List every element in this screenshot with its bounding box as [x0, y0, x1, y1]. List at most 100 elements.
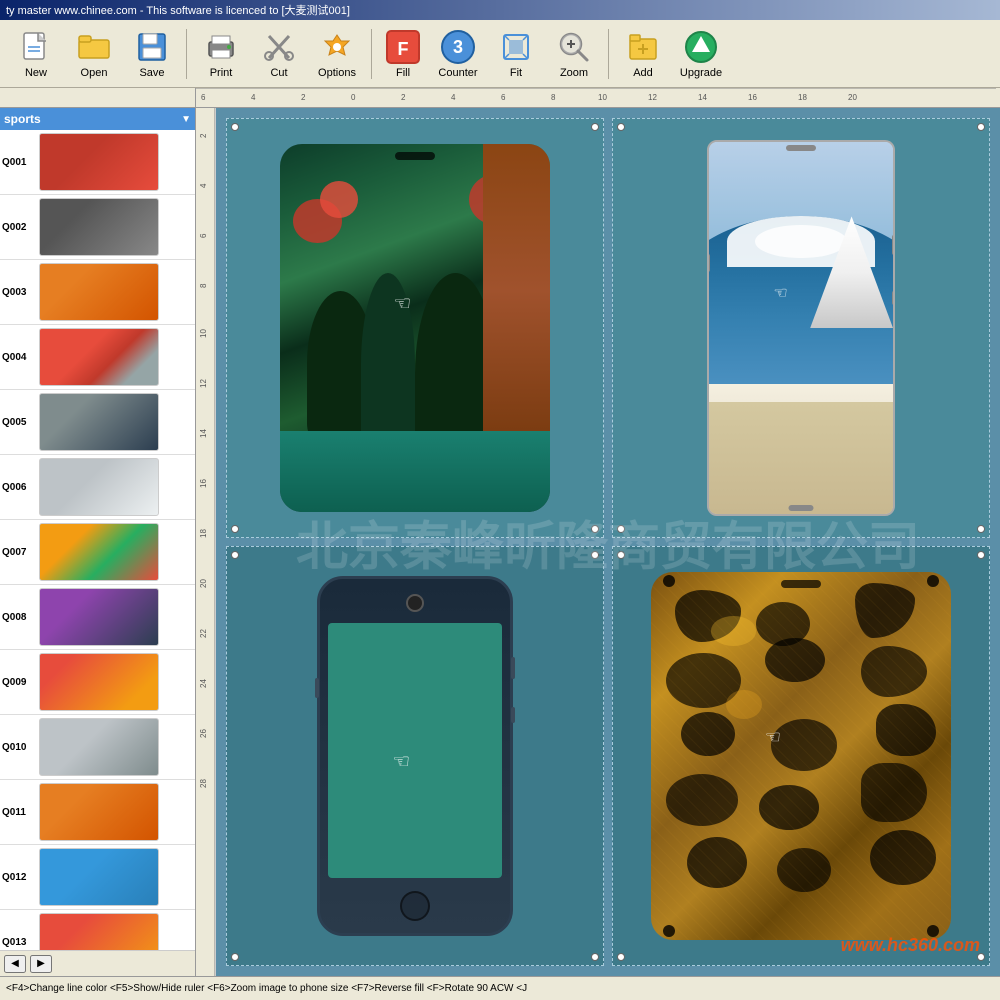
save-label: Save — [139, 67, 164, 79]
svg-text:16: 16 — [199, 479, 208, 488]
cut-icon — [261, 29, 297, 65]
new-button[interactable]: New — [8, 25, 64, 83]
upgrade-label: Upgrade — [680, 67, 722, 79]
fit-button[interactable]: Fit — [488, 25, 544, 83]
fill-button[interactable]: F Fill — [378, 25, 428, 83]
list-item[interactable]: Q003 — [0, 260, 195, 325]
svg-text:10: 10 — [199, 329, 208, 338]
new-icon — [18, 29, 54, 65]
add-button[interactable]: Add — [615, 25, 671, 83]
sel-dot — [617, 525, 625, 533]
item-label: Q001 — [2, 157, 36, 168]
sep1 — [186, 29, 187, 79]
canvas-cell-1[interactable]: ☜ — [226, 118, 604, 538]
svg-text:18: 18 — [199, 529, 208, 538]
svg-text:18: 18 — [798, 93, 807, 102]
item-thumbnail — [39, 653, 159, 711]
canvas-area[interactable]: 北京秦峰昕隆商贸有限公司 — [216, 108, 1000, 976]
counter-label: Counter — [438, 67, 477, 79]
list-item[interactable]: Q001 — [0, 130, 195, 195]
fit-icon — [498, 29, 534, 65]
sidebar-nav: ◀ ▶ — [0, 950, 195, 976]
sel-dot — [977, 123, 985, 131]
canvas-cell-4[interactable]: ☜ — [612, 546, 990, 966]
ruler-bar: 6 4 2 0 2 4 6 8 10 12 14 16 18 20 — [0, 88, 1000, 108]
sel-dot — [231, 525, 239, 533]
open-icon — [76, 29, 112, 65]
item-thumbnail — [39, 198, 159, 256]
leopard-case: ☜ — [651, 572, 952, 940]
item-label: Q002 — [2, 222, 36, 233]
nav-prev-button[interactable]: ◀ — [4, 955, 26, 973]
sel-dot — [231, 953, 239, 961]
item-label: Q012 — [2, 872, 36, 883]
category-label: sports — [4, 112, 181, 126]
svg-text:14: 14 — [698, 93, 707, 102]
item-thumbnail — [39, 523, 159, 581]
list-item[interactable]: Q004 — [0, 325, 195, 390]
options-icon — [319, 29, 355, 65]
svg-text:12: 12 — [199, 379, 208, 388]
forest-case: ☜ — [280, 144, 551, 512]
upgrade-button[interactable]: Upgrade — [673, 25, 729, 83]
svg-text:8: 8 — [551, 93, 556, 102]
cut-label: Cut — [270, 67, 287, 79]
counter-button[interactable]: 3 Counter — [430, 25, 486, 83]
svg-text:6: 6 — [199, 233, 208, 238]
horizontal-ruler: 6 4 2 0 2 4 6 8 10 12 14 16 18 20 — [196, 88, 1000, 107]
camera — [406, 594, 424, 612]
svg-text:24: 24 — [199, 679, 208, 688]
zoom-button[interactable]: Zoom — [546, 25, 602, 83]
list-item[interactable]: Q005 — [0, 390, 195, 455]
save-button[interactable]: Save — [124, 25, 180, 83]
svg-text:0: 0 — [351, 93, 356, 102]
sidebar: sports ▼ Q001 Q002 Q003 Q004 — [0, 108, 196, 976]
list-item[interactable]: Q010 — [0, 715, 195, 780]
fill-label: Fill — [396, 67, 410, 79]
home-button — [400, 891, 430, 921]
canvas-grid: ☜ — [226, 118, 990, 966]
main-area: sports ▼ Q001 Q002 Q003 Q004 — [0, 108, 1000, 976]
list-item[interactable]: Q008 — [0, 585, 195, 650]
item-thumbnail — [39, 458, 159, 516]
list-item[interactable]: Q012 — [0, 845, 195, 910]
list-item[interactable]: Q013 — [0, 910, 195, 950]
canvas-cell-3[interactable]: ☜ — [226, 546, 604, 966]
sidebar-list[interactable]: Q001 Q002 Q003 Q004 Q005 — [0, 130, 195, 950]
print-button[interactable]: Print — [193, 25, 249, 83]
open-button[interactable]: Open — [66, 25, 122, 83]
vertical-ruler: 2 4 6 8 10 12 14 16 18 20 22 24 26 28 — [196, 108, 216, 976]
svg-text:16: 16 — [748, 93, 757, 102]
cut-button[interactable]: Cut — [251, 25, 307, 83]
title-bar: ty master www.chinee.com - This software… — [0, 0, 1000, 20]
sel-dot — [591, 525, 599, 533]
zoom-label: Zoom — [560, 67, 588, 79]
svg-text:28: 28 — [199, 779, 208, 788]
add-icon — [625, 29, 661, 65]
item-label: Q010 — [2, 742, 36, 753]
svg-text:14: 14 — [199, 429, 208, 438]
item-label: Q013 — [2, 937, 36, 948]
list-item[interactable]: Q007 — [0, 520, 195, 585]
sel-dot — [591, 551, 599, 559]
phone-screen — [328, 623, 502, 877]
dropdown-arrow[interactable]: ▼ — [181, 114, 191, 125]
fit-label: Fit — [510, 67, 522, 79]
fill-icon: F — [385, 29, 421, 65]
svg-text:4: 4 — [451, 93, 456, 102]
list-item[interactable]: Q011 — [0, 780, 195, 845]
phone-outline: ☜ — [317, 576, 513, 935]
sidebar-header: sports ▼ — [0, 108, 195, 130]
list-item[interactable]: Q006 — [0, 455, 195, 520]
item-thumbnail — [39, 393, 159, 451]
canvas-cell-2[interactable]: ☜ — [612, 118, 990, 538]
sep3 — [608, 29, 609, 79]
list-item[interactable]: Q009 — [0, 650, 195, 715]
svg-text:4: 4 — [251, 93, 256, 102]
options-button[interactable]: Options — [309, 25, 365, 83]
nav-next-button[interactable]: ▶ — [30, 955, 52, 973]
sep2 — [371, 29, 372, 79]
list-item[interactable]: Q002 — [0, 195, 195, 260]
svg-text:6: 6 — [201, 93, 206, 102]
svg-text:10: 10 — [598, 93, 607, 102]
